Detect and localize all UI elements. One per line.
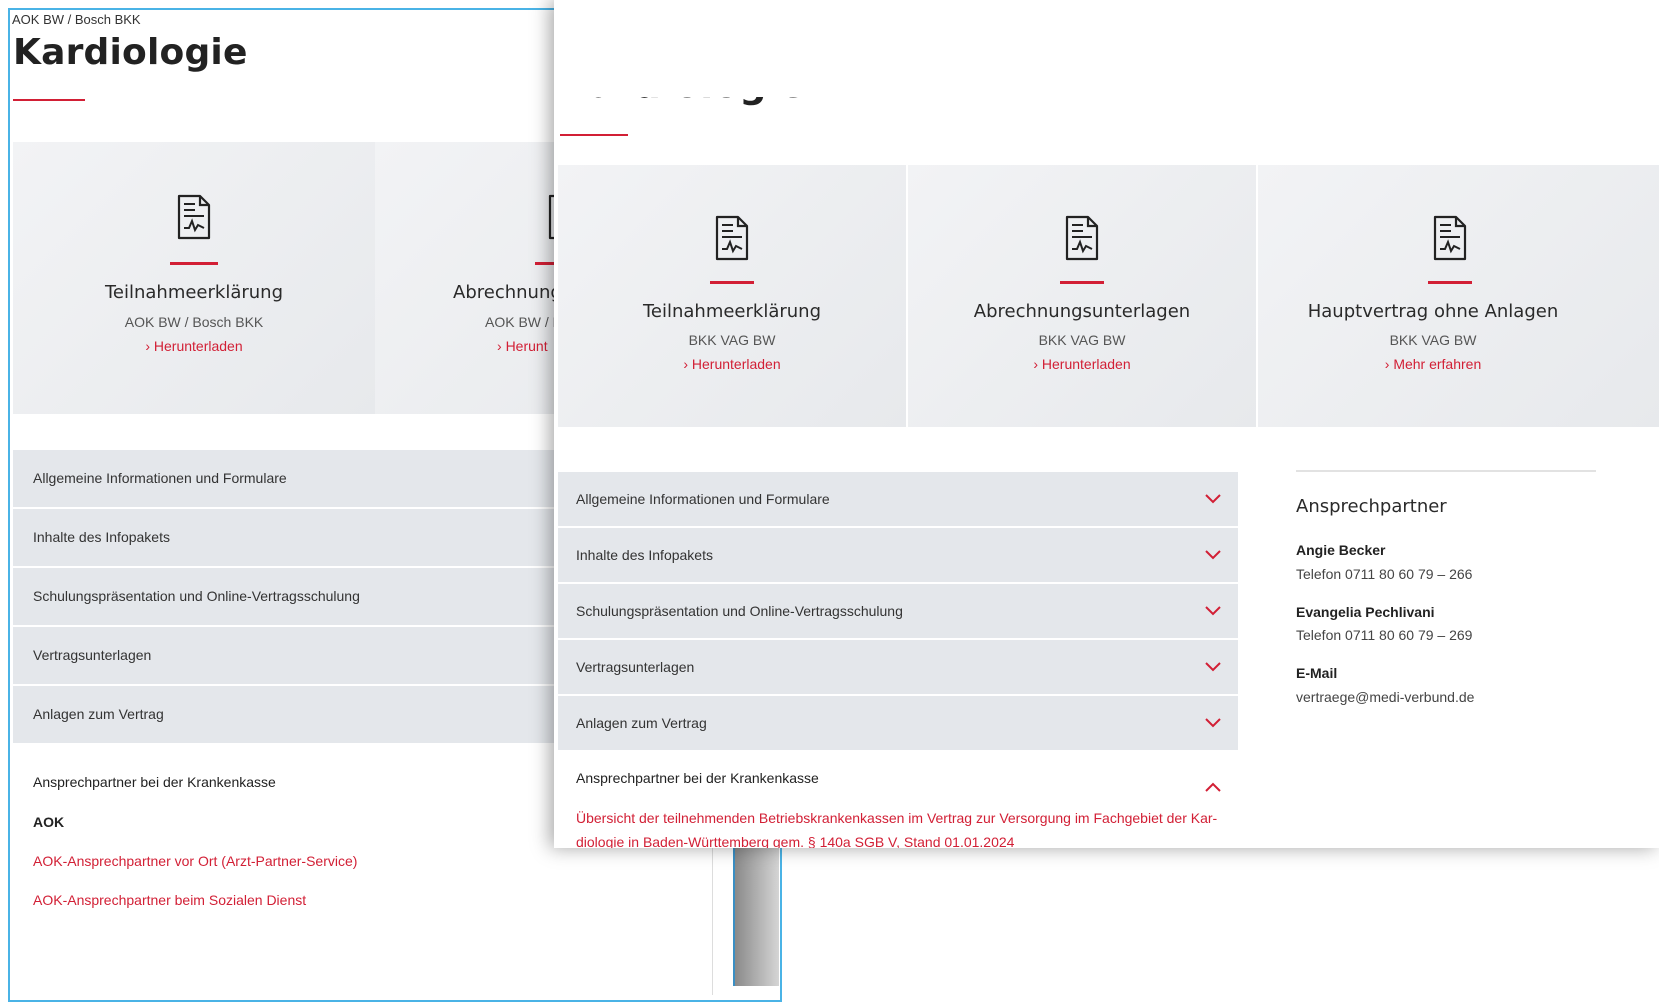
tile-teilnahmeerklaerung[interactable]: Teilnahmeerklärung BKK VAG BW › Herunter… — [558, 165, 906, 427]
document-ecg-icon — [715, 215, 749, 261]
contact-title: Ansprechpartner — [1296, 496, 1447, 517]
tile-subtitle: BKK VAG BW — [1038, 332, 1126, 348]
accordion-item-allgemeine-informationen[interactable]: Allgemeine Informationen und Formulare — [558, 472, 1238, 528]
tile-teilnahmeerklaerung[interactable]: Teilnahmeerklärung AOK BW / Bosch BKK › … — [13, 142, 375, 414]
chevron-down-icon — [1205, 718, 1221, 728]
aok-link-vor-ort[interactable]: AOK-Ansprechpartner vor Ort (Arzt-Partne… — [33, 853, 357, 869]
tile-title: Teilnahmeerklärung — [642, 301, 822, 322]
tile-title: Hauptvertrag ohne Anlagen — [1307, 301, 1559, 322]
chevron-down-icon — [1205, 606, 1221, 616]
accordion-item-anlagen-zum-vertrag[interactable]: Anlagen zum Vertrag — [13, 686, 558, 745]
accordion-open-heading[interactable]: Ansprechpartner bei der Krankenkasse — [576, 770, 819, 786]
chevron-down-icon — [1205, 550, 1221, 560]
email-label: E-Mail — [1296, 665, 1338, 681]
tile-download-link[interactable]: › Herunterladen — [908, 356, 1256, 372]
accordion-item-vertragsunterlagen[interactable]: Vertragsunterlagen — [558, 640, 1238, 696]
accordion-item-vertragsunterlagen[interactable]: Vertragsunterlagen — [13, 627, 558, 686]
accordion-open-ansprechpartner: Ansprechpartner bei der Krankenkasse Übe… — [558, 752, 1238, 848]
chevron-right-icon: › — [1033, 356, 1042, 372]
accordion: Allgemeine Informationen und Formulare I… — [13, 450, 558, 745]
tile-accent-bar — [710, 281, 754, 284]
tile-more-link[interactable]: › Mehr erfahren — [1258, 356, 1608, 372]
accordion-item-label: Vertragsunterlagen — [576, 659, 695, 675]
tile-download-link[interactable]: › Herunterladen — [558, 356, 906, 372]
tile-accent-bar — [170, 262, 218, 265]
accordion-item-anlagen-zum-vertrag[interactable]: Anlagen zum Vertrag — [558, 696, 1238, 752]
tile-link-label: Herunterladen — [153, 338, 243, 354]
tile-link-label: Herunt — [505, 338, 548, 354]
tile-accent-bar — [1060, 281, 1104, 284]
tile-subtitle: AOK BW / Bosch BKK — [124, 314, 264, 330]
tile-abrechnungsunterlagen[interactable]: Abrechnungsunterlagen BKK VAG BW › Herun… — [908, 165, 1256, 427]
document-ecg-icon — [1065, 215, 1099, 261]
accordion: Allgemeine Informationen und Formulare I… — [558, 472, 1238, 752]
accordion-item-label: Allgemeine Informationen und Formulare — [576, 491, 830, 507]
email-link[interactable]: vertraege@medi-verbund.de — [1296, 689, 1474, 705]
tile-subtitle: BKK VAG BW — [688, 332, 776, 348]
contact-name-2: Evangelia Pechlivani — [1296, 604, 1435, 620]
contact-divider — [1296, 470, 1596, 472]
tile-hauptvertrag[interactable]: Hauptvertrag ohne Anlagen BKK VAG BW › M… — [1258, 165, 1659, 427]
title-underline — [560, 134, 628, 136]
chevron-down-icon — [1205, 494, 1221, 504]
page-title: Kardiologie — [13, 32, 248, 73]
chevron-down-icon — [1205, 662, 1221, 672]
aok-link-sozialer-dienst[interactable]: AOK-Ansprechpartner beim Sozialen Dienst — [33, 892, 306, 908]
tile-link-label: Mehr erfahren — [1393, 356, 1482, 372]
chevron-up-icon[interactable] — [1204, 778, 1222, 796]
tile-link-label: Herunterladen — [691, 356, 781, 372]
accordion-item-label: Schulungspräsentation und Online-Vertrag… — [576, 603, 903, 619]
aok-label: AOK — [33, 814, 65, 830]
accordion-item-schulungspraesentation[interactable]: Schulungspräsentation und Online-Vertrag… — [558, 584, 1238, 640]
accordion-item-inhalte-infopaket[interactable]: Inhalte des Infopakets — [558, 528, 1238, 584]
title-underline — [13, 99, 85, 101]
window-shadow — [733, 848, 779, 986]
accordion-item-inhalte-infopaket[interactable]: Inhalte des Infopakets — [13, 509, 558, 568]
document-ecg-icon — [1433, 215, 1467, 261]
document-ecg-icon — [177, 194, 211, 240]
tile-title: Abrechnungsunterlagen — [973, 301, 1191, 322]
chevron-right-icon: › — [497, 338, 506, 354]
accordion-item-allgemeine-informationen[interactable]: Allgemeine Informationen und Formulare — [13, 450, 558, 509]
title-cover — [554, 0, 1659, 97]
bkk-overview-link[interactable]: Übersicht der teilnehmenden Betriebskran… — [576, 806, 1226, 848]
tile-subtitle: BKK VAG BW — [1389, 332, 1477, 348]
contact-phone-2[interactable]: Telefon 0711 80 60 79 – 269 — [1296, 627, 1472, 643]
contact-name-1: Angie Becker — [1296, 542, 1386, 558]
chevron-right-icon: › — [145, 338, 154, 354]
tile-title: Teilnahmeerklärung — [104, 282, 284, 303]
accordion-item-schulungspraesentation[interactable]: Schulungspräsentation und Online-Vertrag… — [13, 568, 558, 627]
chevron-right-icon: › — [683, 356, 692, 372]
tile-download-link[interactable]: › Herunterladen — [13, 338, 375, 354]
breadcrumb: AOK BW / Bosch BKK — [12, 12, 141, 27]
accordion-open-heading[interactable]: Ansprechpartner bei der Krankenkasse — [33, 774, 276, 790]
tile-accent-bar — [1428, 281, 1472, 284]
tile-link-label: Herunterladen — [1041, 356, 1131, 372]
contact-phone-1[interactable]: Telefon 0711 80 60 79 – 266 — [1296, 566, 1472, 582]
accordion-item-label: Inhalte des Infopakets — [576, 547, 713, 563]
accordion-item-label: Anlagen zum Vertrag — [576, 715, 707, 731]
front-window: Kardiologie Teilnahmeerklärung BKK VAG B… — [554, 0, 1659, 848]
